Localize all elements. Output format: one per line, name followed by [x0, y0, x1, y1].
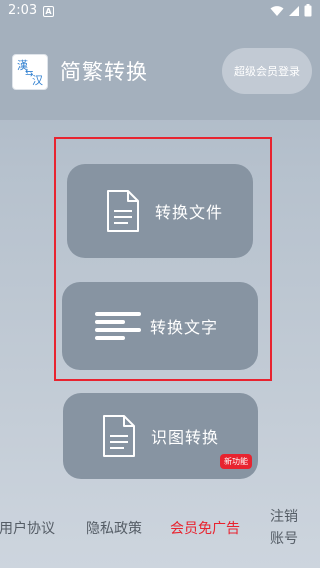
signal-icon: [288, 5, 300, 17]
app-logo: 漢 ⇆ 汉: [12, 54, 48, 90]
document-icon: [99, 187, 147, 235]
convert-text-label: 转换文字: [150, 318, 219, 337]
text-lines-icon: [94, 302, 142, 350]
battery-icon: [304, 4, 312, 17]
user-agreement-link[interactable]: 用户协议: [0, 518, 55, 538]
image-ocr-button[interactable]: 识图转换 新功能: [63, 393, 258, 479]
status-icons: [270, 4, 312, 17]
wifi-icon: [270, 5, 284, 17]
document-icon: [95, 412, 143, 460]
app-header: 漢 ⇆ 汉 简繁转换 超级会员登录: [0, 24, 320, 120]
status-bar: 2:03 A: [0, 0, 320, 24]
convert-text-button[interactable]: 转换文字: [62, 282, 258, 370]
cancel-account-link[interactable]: 注销账号: [270, 506, 300, 550]
vip-login-button[interactable]: 超级会员登录: [222, 48, 312, 94]
image-ocr-label: 识图转换: [151, 428, 220, 447]
convert-file-label: 转换文件: [155, 203, 224, 222]
status-time: 2:03: [8, 3, 38, 18]
vip-no-ads-link[interactable]: 会员免广告: [170, 518, 240, 538]
app-title: 简繁转换: [60, 60, 148, 84]
convert-file-button[interactable]: 转换文件: [67, 164, 253, 258]
logo-simplified-char: 汉: [32, 74, 43, 87]
footer-links: 用户协议 隐私政策 会员免广告 注销账号: [0, 500, 320, 556]
new-feature-badge: 新功能: [220, 454, 252, 469]
privacy-policy-link[interactable]: 隐私政策: [86, 518, 142, 538]
notification-app-icon: A: [43, 6, 54, 17]
